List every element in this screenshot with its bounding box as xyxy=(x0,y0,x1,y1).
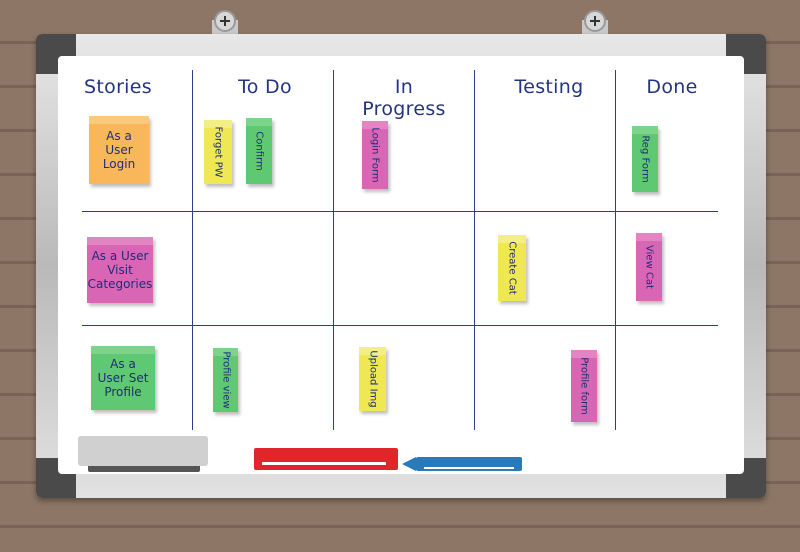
column-divider xyxy=(333,70,334,430)
red-marker-stripe xyxy=(262,462,386,465)
task-note-profile-view[interactable]: Profile view xyxy=(213,348,238,412)
note-tape xyxy=(87,237,153,245)
task-note-confirm[interactable]: Confirm xyxy=(246,118,272,184)
task-text: Profile form xyxy=(578,357,590,415)
row-divider xyxy=(82,211,718,212)
task-text: Login Form xyxy=(369,127,381,183)
task-note-login-form[interactable]: Login Form xyxy=(362,121,388,189)
note-tape xyxy=(632,126,658,134)
row-divider xyxy=(82,325,718,326)
story-note-login[interactable]: As a User Login xyxy=(89,116,149,184)
task-text: Confirm xyxy=(253,131,265,171)
story-text: As a User Visit Categories xyxy=(87,249,153,291)
blue-marker-tip-icon xyxy=(402,457,416,471)
note-tape xyxy=(246,118,272,126)
story-text: As a User Login xyxy=(102,129,136,171)
story-text: As a User Set Profile xyxy=(97,357,149,399)
column-divider xyxy=(615,70,616,430)
column-heading-to-do: To Do xyxy=(238,76,292,98)
note-tape xyxy=(91,346,155,354)
task-text: Create Cat xyxy=(506,241,518,295)
task-text: Forget PW xyxy=(212,126,224,178)
task-note-upload-img[interactable]: Upload Img xyxy=(359,347,386,411)
hanger-screw-right-icon xyxy=(584,10,606,32)
column-divider xyxy=(474,70,475,430)
task-text: View Cat xyxy=(643,245,655,289)
hanger-screw-left-icon xyxy=(214,10,236,32)
eraser[interactable] xyxy=(78,436,208,466)
column-divider xyxy=(192,70,193,430)
task-note-create-cat[interactable]: Create Cat xyxy=(498,235,526,301)
column-heading-stories: Stories xyxy=(84,76,152,98)
story-note-set-profile[interactable]: As a User Set Profile xyxy=(91,346,155,410)
note-tape xyxy=(636,233,662,241)
task-text: Profile view xyxy=(220,351,231,409)
column-heading-testing: Testing xyxy=(514,76,584,98)
task-note-reg-form[interactable]: Reg Form xyxy=(632,126,658,192)
column-heading-done: Done xyxy=(646,76,698,98)
blue-marker-stripe xyxy=(424,467,514,469)
task-note-view-cat[interactable]: View Cat xyxy=(636,233,662,301)
task-note-profile-form[interactable]: Profile form xyxy=(571,350,597,422)
task-text: Upload Img xyxy=(367,350,378,408)
task-note-forget-pw[interactable]: Forget PW xyxy=(204,120,232,184)
note-tape xyxy=(89,116,149,124)
red-marker[interactable] xyxy=(254,448,398,470)
column-heading-in-progress: In Progress xyxy=(362,76,446,120)
story-note-visit-categories[interactable]: As a User Visit Categories xyxy=(87,237,153,303)
task-text: Reg Form xyxy=(639,135,651,183)
